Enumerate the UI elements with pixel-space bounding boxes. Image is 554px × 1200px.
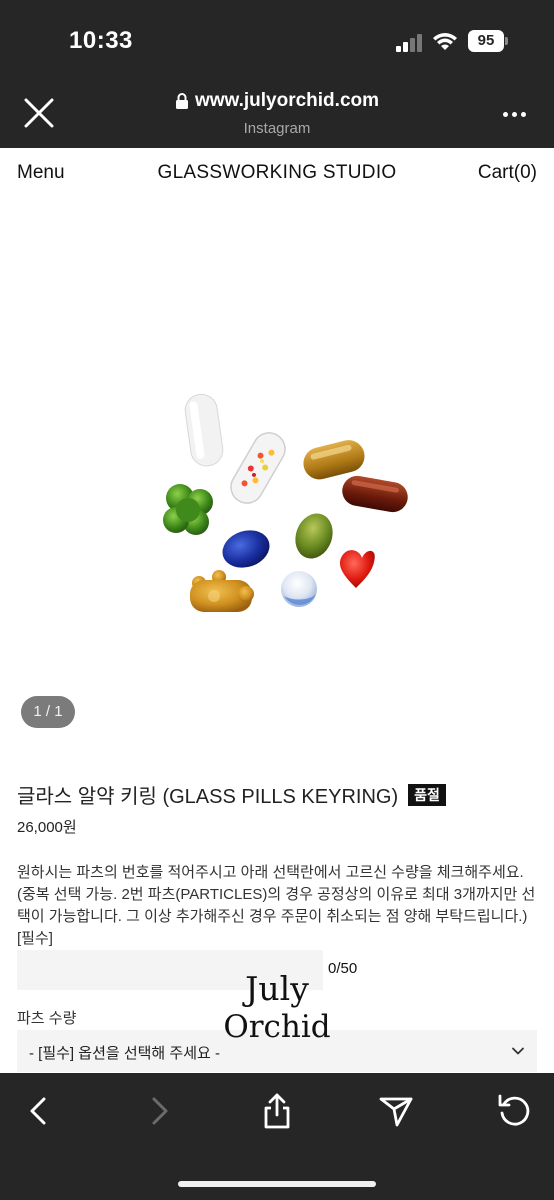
product-title: 글라스 알약 키링 (GLASS PILLS KEYRING) <box>17 786 399 808</box>
send-icon[interactable] <box>376 1091 416 1131</box>
site-nav: GLASSWORKING STUDIO Menu Cart(0) <box>0 148 554 198</box>
url-text: www.julyorchid.com <box>194 90 380 111</box>
lock-icon <box>175 93 188 109</box>
glass-pills-photo <box>163 393 408 612</box>
url-area[interactable]: www.julyorchid.com Instagram <box>0 90 554 137</box>
status-bar: 10:33 95 <box>0 0 554 80</box>
url-source: Instagram <box>243 120 311 137</box>
browser-header: www.julyorchid.com Instagram <box>0 80 554 148</box>
reload-icon[interactable] <box>494 1091 534 1131</box>
cart-link[interactable]: Cart(0) <box>478 162 537 184</box>
char-count: 0/50 <box>328 960 358 977</box>
more-horizontal-icon[interactable] <box>500 102 530 126</box>
soldout-badge: 품절 <box>408 783 446 806</box>
battery-level: 95 <box>468 30 504 52</box>
browser-toolbar <box>0 1073 554 1200</box>
watermark-line1: July <box>245 969 309 1008</box>
chevron-right-icon[interactable] <box>138 1091 178 1131</box>
battery-cap <box>505 37 508 45</box>
product-title-row: 글라스 알약 키링 (GLASS PILLS KEYRING) 품절 <box>17 780 446 809</box>
site-title[interactable]: GLASSWORKING STUDIO <box>0 162 554 184</box>
brand-watermark: July Orchid <box>222 970 332 1046</box>
option-select-value: - [필수] 옵션을 선택해 주세요 - <box>29 1045 220 1062</box>
wifi-icon <box>433 33 457 50</box>
option-label: 파츠 수량 <box>17 1010 77 1027</box>
menu-link[interactable]: Menu <box>17 162 65 184</box>
chevron-left-icon[interactable] <box>20 1091 60 1131</box>
watermark-line2: Orchid <box>223 1009 331 1045</box>
signal-icon <box>396 34 422 52</box>
status-time: 10:33 <box>69 27 133 54</box>
battery-indicator: 95 <box>468 30 508 52</box>
product-image[interactable] <box>0 198 554 738</box>
image-pager: 1 / 1 <box>21 696 75 728</box>
share-icon[interactable] <box>257 1091 297 1131</box>
chevron-down-icon <box>512 1047 524 1055</box>
product-price: 26,000원 <box>17 819 77 836</box>
product-description: 원하시는 파츠의 번호를 적어주시고 아래 선택란에서 고르신 수량을 체크해주… <box>17 864 536 947</box>
home-indicator[interactable] <box>178 1181 376 1187</box>
